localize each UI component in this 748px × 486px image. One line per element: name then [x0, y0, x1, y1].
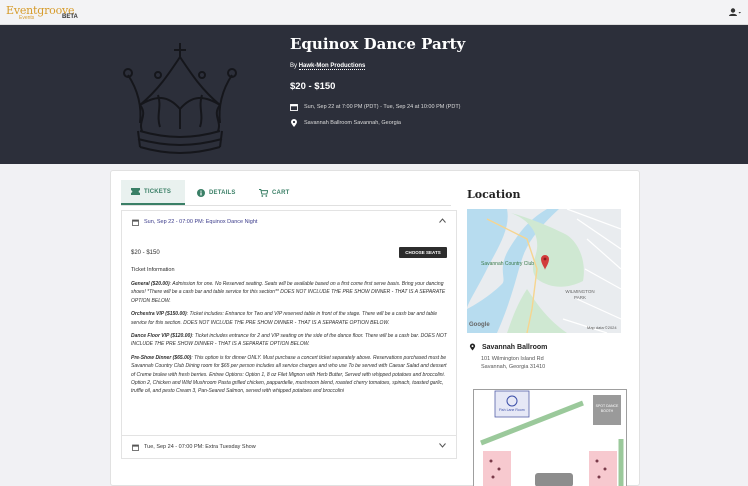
ticket-details: $20 - $150 Ticket Information General ($… — [131, 249, 451, 396]
map-park-label: WILMINGTON PARK — [565, 289, 595, 300]
accordion-header-sep-24[interactable]: Tue, Sep 24 - 07:00 PM: Extra Tuesday Sh… — [122, 436, 456, 458]
ticket-info-heading: Ticket Information — [131, 267, 175, 273]
map-credit: Map data ©2024 — [587, 325, 617, 330]
ticket-pre-show-dinner: Pre-Show Dinner ($65.00): This option is… — [131, 354, 451, 396]
event-hero: Equinox Dance Party By Hawk-Mon Producti… — [0, 25, 748, 164]
ticket-price-range: $20 - $150 — [131, 250, 160, 256]
ticket-name: Orchestra VIP ($150.00) — [131, 311, 187, 318]
map-graphic — [467, 209, 621, 333]
location-map[interactable]: Savannah Country Club WILMINGTON PARK Go… — [467, 209, 621, 333]
eventgroove-logo[interactable]: Eventgroove Events BETA — [6, 4, 86, 22]
event-dates: Sun, Sep 22 at 7:00 PM (PDT) - Tue, Sep … — [290, 103, 590, 111]
location-heading: Location — [467, 188, 521, 201]
booth-label: SPOT DANCE BOOTH — [595, 404, 619, 413]
ticket-orchestra-vip: Orchestra VIP ($150.00): Ticket includes… — [131, 310, 451, 327]
event-title: Equinox Dance Party — [290, 35, 466, 53]
event-card: TICKETS DETAILS CART Sun, Sep 22 - 07:00… — [110, 170, 640, 486]
beta-badge: BETA — [62, 14, 78, 20]
tab-cart[interactable]: CART — [259, 180, 289, 205]
ticket-description: : Admission for one. No Reserved seating… — [131, 281, 446, 304]
stage-label: Fish Lane Room — [499, 408, 525, 412]
chevron-down-icon[interactable] — [439, 443, 446, 448]
tab-bar: TICKETS DETAILS CART — [121, 180, 451, 206]
ticket-dance-floor-vip: Dance Floor VIP ($120.00): Ticket includ… — [131, 332, 451, 349]
seating-chart[interactable]: Fish Lane Room SPOT DANCE BOOTH — [473, 389, 627, 486]
info-icon — [197, 188, 205, 197]
calendar-icon — [132, 444, 139, 451]
venue-name: Savannah Ballroom — [469, 343, 547, 351]
accordion-header-label: Sun, Sep 22 - 07:00 PM: Equinox Dance Ni… — [144, 219, 258, 225]
hero-text: Equinox Dance Party By Hawk-Mon Producti… — [290, 35, 590, 127]
event-venue-text: Savannah Ballroom Savannah, Georgia — [304, 120, 401, 126]
accordion-header-sep-22[interactable]: Sun, Sep 22 - 07:00 PM: Equinox Dance Ni… — [122, 211, 456, 233]
event-organizer: By Hawk-Mon Productions — [290, 63, 590, 72]
ticket-name: Dance Floor VIP ($120.00) — [131, 333, 192, 340]
tab-tickets-label: TICKETS — [144, 188, 172, 195]
cart-icon — [259, 188, 268, 197]
ticket-icon — [131, 188, 140, 195]
map-country-club-label: Savannah Country Club — [481, 261, 535, 267]
ticket-general: General ($20.00): Admission for one. No … — [131, 280, 451, 305]
organizer-link[interactable]: Hawk-Mon Productions — [298, 63, 366, 70]
ticket-name: Pre-Show Dinner ($65.00) — [131, 354, 192, 361]
accordion-header-label: Tue, Sep 24 - 07:00 PM: Extra Tuesday Sh… — [144, 444, 256, 450]
accordion-item-sep-24[interactable]: Tue, Sep 24 - 07:00 PM: Extra Tuesday Sh… — [121, 435, 457, 459]
calendar-icon — [132, 219, 139, 226]
tab-details[interactable]: DETAILS — [197, 180, 236, 205]
user-icon — [729, 8, 741, 16]
venue-name-text: Savannah Ballroom — [482, 343, 548, 351]
address-line-2: Savannah, Georgia 31410 — [481, 364, 546, 370]
user-menu-button[interactable] — [728, 6, 742, 18]
logo-subtitle: Events — [19, 15, 35, 21]
top-bar: Eventgroove Events BETA — [0, 0, 748, 25]
location-pin-icon — [291, 119, 297, 127]
crown-image — [123, 43, 237, 154]
event-price-range: $20 - $150 — [290, 81, 336, 92]
venue-address: 101 Wilmington Island Rd Savannah, Georg… — [481, 355, 545, 371]
tab-details-label: DETAILS — [209, 189, 236, 196]
tab-cart-label: CART — [272, 189, 290, 196]
calendar-icon — [290, 104, 298, 111]
google-logo: Google — [469, 322, 490, 328]
ticket-name: General ($20.00) — [131, 281, 170, 287]
organizer-prefix: By — [290, 63, 298, 69]
tab-tickets[interactable]: TICKETS — [121, 180, 185, 205]
address-line-1: 101 Wilmington Island Rd — [481, 356, 544, 362]
event-dates-text: Sun, Sep 22 at 7:00 PM (PDT) - Tue, Sep … — [304, 104, 461, 110]
event-venue: Savannah Ballroom Savannah, Georgia — [290, 119, 590, 127]
location-pin-icon — [469, 343, 476, 351]
chevron-up-icon[interactable] — [439, 218, 446, 223]
